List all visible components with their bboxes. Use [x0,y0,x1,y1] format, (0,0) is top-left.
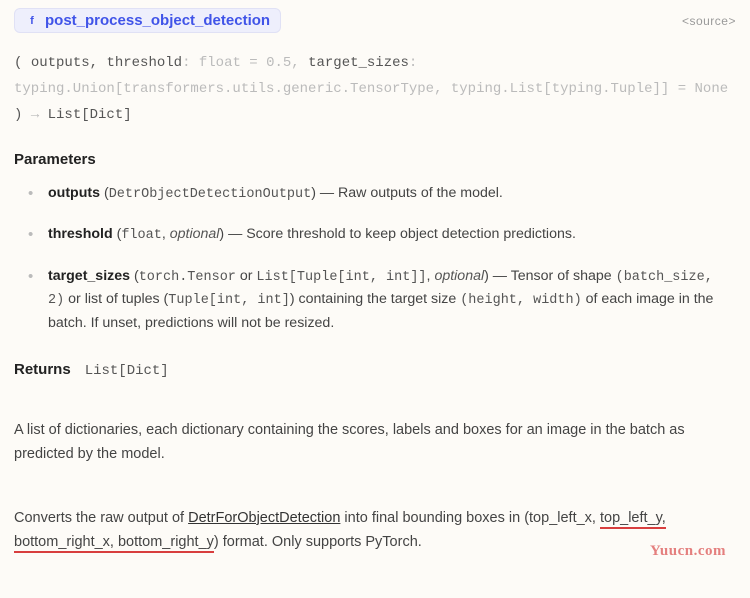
param-type-close: ) — [219,226,246,242]
param-or: or [236,268,257,284]
param-type-code: torch.Tensor [139,270,236,285]
param-type-code: DetrObjectDetectionOutput [109,187,312,202]
sig-param-threshold: threshold [106,55,182,71]
sig-arrow: → [31,107,48,123]
param-type-code: float [121,228,162,243]
returns-type: List[Dict] [85,363,169,379]
sig-close: ) [14,107,31,123]
function-header: f post_process_object_detection <source> [14,8,736,33]
returns-label: Returns [14,361,71,378]
param-desc: Raw outputs of the model. [338,185,503,201]
desc-a: Converts the raw output of [14,510,188,526]
returns-description: A list of dictionaries, each dictionary … [14,419,736,467]
list-item: outputs (DetrObjectDetectionOutput) — Ra… [32,182,736,206]
list-item: target_sizes (torch.Tensor or List[Tuple… [32,265,736,335]
param-optional: optional [434,268,484,284]
function-name: post_process_object_detection [45,12,270,29]
param-name: threshold [48,226,113,242]
function-badge: f post_process_object_detection [14,8,281,33]
param-type-open: ( [113,226,122,242]
sig-param-outputs: outputs [31,55,90,71]
param-optional: optional [170,226,220,242]
function-signature: ( outputs, threshold: float = 0.5, targe… [14,51,736,129]
param-optional-sep: , [162,226,170,242]
param-code-b: Tuple[int, int] [168,293,290,308]
highlight-bottom-right: bottom_right_x, bottom_right_y [14,534,214,553]
sig-open: ( [14,55,31,71]
param-type-open: ( [100,185,109,201]
highlight-top-left-y: top_left_y, [600,510,666,529]
desc-b: into final bounding boxes in (top_left_x… [340,510,600,526]
param-desc: Score threshold to keep object detection… [246,226,576,242]
param-type-close: ) — [311,185,338,201]
detr-link[interactable]: DetrForObjectDetection [188,510,340,526]
returns-row: Returns List[Dict] [14,361,736,379]
sig-threshold-type: : float = 0.5, [182,55,308,71]
parameters-list: outputs (DetrObjectDetectionOutput) — Ra… [14,182,736,335]
list-item: threshold (float, optional) — Score thre… [32,223,736,247]
param-name: target_sizes [48,268,130,284]
sig-return-type: List[Dict] [48,107,132,123]
parameters-heading: Parameters [14,151,736,168]
param-desc-a: Tensor of shape [511,268,616,284]
param-type-close: ) — [484,268,511,284]
param-desc-c: ) containing the target size [290,291,460,307]
param-type-open: ( [130,268,139,284]
desc-d: ) format. Only supports PyTorch. [214,534,422,550]
function-description: Converts the raw output of DetrForObject… [14,507,736,555]
function-icon: f [25,14,39,28]
sig-param-target-sizes: target_sizes [308,55,409,71]
param-name: outputs [48,185,100,201]
sig-sep: , [90,55,107,71]
param-code-c: (height, width) [460,293,582,308]
param-type-code-alt: List[Tuple[int, int]] [256,270,426,285]
param-desc-b: or list of tuples ( [64,291,168,307]
source-link[interactable]: <source> [682,14,736,28]
